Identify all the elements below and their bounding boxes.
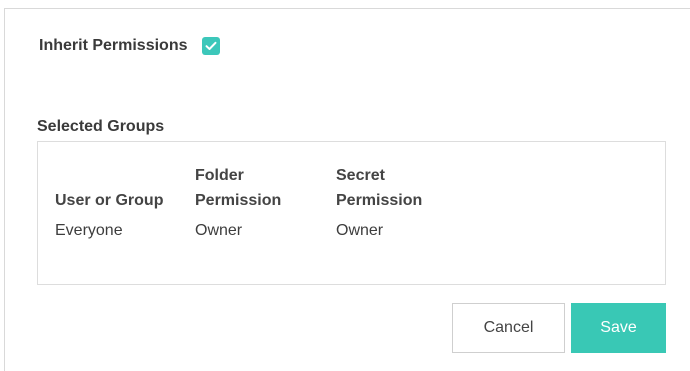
table-row: Everyone Owner Owner <box>55 221 476 241</box>
cancel-button[interactable]: Cancel <box>452 303 565 353</box>
save-button[interactable]: Save <box>571 303 666 353</box>
cell-user-or-group: Everyone <box>55 222 123 239</box>
selected-groups-box: User or Group Folder Permission Secret P… <box>37 141 666 285</box>
cell-secret-permission: Owner <box>336 222 384 239</box>
cell-folder-permission: Owner <box>195 222 243 239</box>
table-header-row: User or Group Folder Permission Secret P… <box>55 163 476 221</box>
column-header-secret-permission: Secret Permission <box>336 167 423 209</box>
permissions-panel: Inherit Permissions Selected Groups User… <box>4 8 690 371</box>
inherit-permissions-row: Inherit Permissions <box>39 35 220 57</box>
inherit-permissions-label: Inherit Permissions <box>39 37 188 54</box>
checkmark-icon <box>205 41 216 50</box>
column-header-user-or-group: User or Group <box>55 192 164 209</box>
inherit-permissions-checkbox[interactable] <box>201 37 220 55</box>
selected-groups-table: User or Group Folder Permission Secret P… <box>55 163 476 241</box>
selected-groups-title: Selected Groups <box>37 118 165 135</box>
column-header-folder-permission: Folder Permission <box>195 167 282 209</box>
